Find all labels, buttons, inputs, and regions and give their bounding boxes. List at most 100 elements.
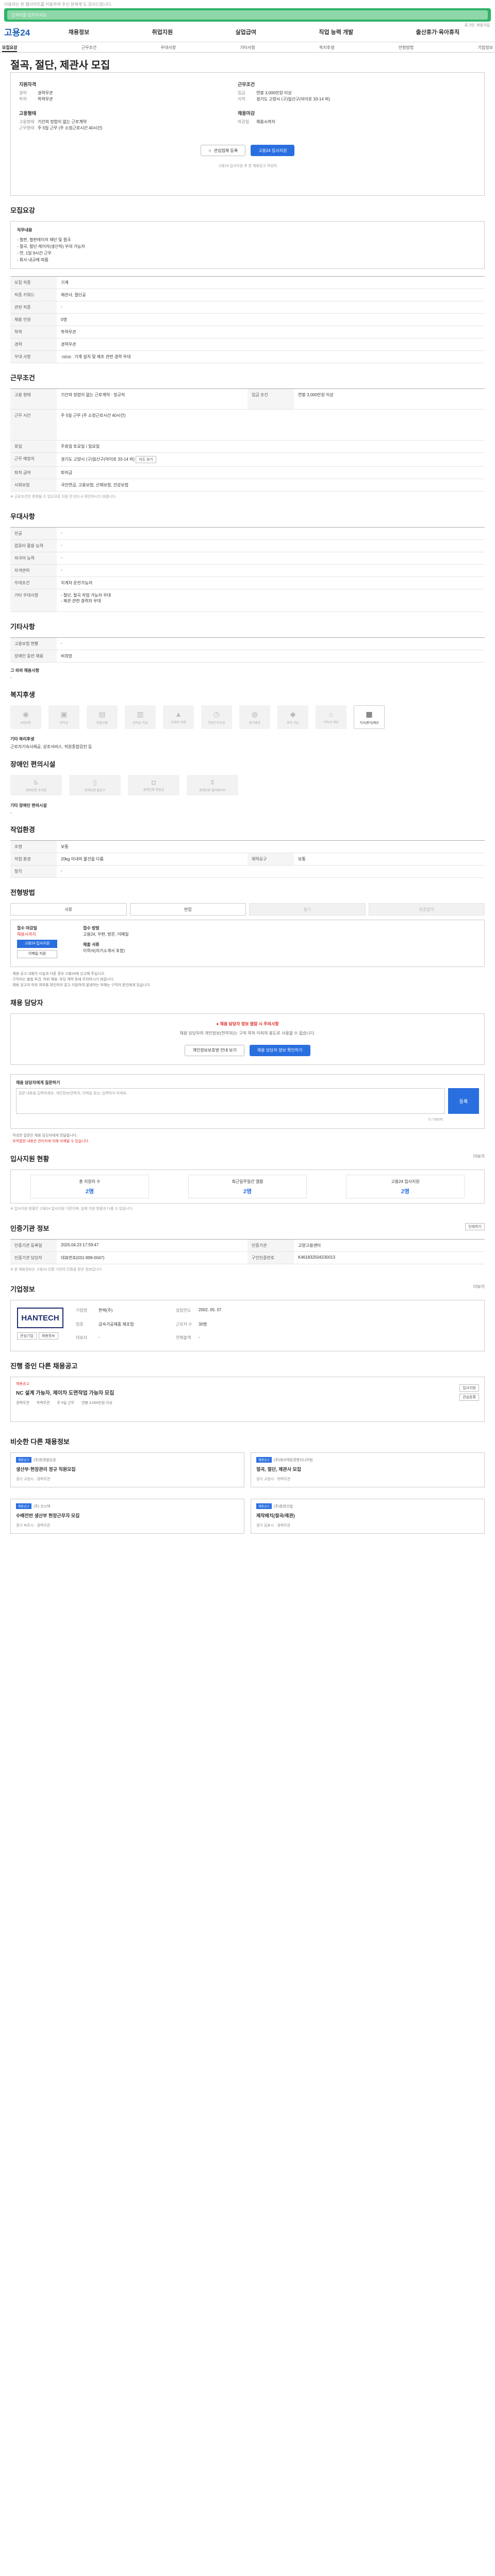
privacy-box: ● 채용 담당자 정보 열람 시 주의사항 채용 담당자의 개인정보(연락처)는…	[10, 1013, 485, 1065]
summary-key: 학력	[19, 97, 27, 101]
tab-preferences[interactable]: 우대사항	[161, 42, 176, 52]
apply-box: 접수 마감일 채용시까지 고용24 입사지원 이메일 지원 접수 방법 고용24…	[10, 920, 485, 967]
stats-more-link[interactable]: 더보기	[473, 1154, 485, 1170]
job-card-badge: 채용공고	[16, 1382, 29, 1386]
nav-item[interactable]: 취업지원	[152, 28, 173, 36]
job-scrap-button[interactable]: 관심등록	[459, 1394, 479, 1401]
meal-icon: ◍	[251, 709, 258, 718]
job-card[interactable]: 채용공고 NC 설계 가능자, 제이차 도면작업 가능자 모집 경력무관 학력무…	[10, 1377, 485, 1422]
info-value: -	[98, 1335, 100, 1340]
apply-button[interactable]: 고용24 입사지원	[251, 145, 295, 156]
site-logo[interactable]: 고용24	[4, 25, 37, 38]
card-label: 장애인용 출입구	[84, 789, 106, 792]
row-key: 우대 사항	[10, 351, 57, 363]
summary-value: 연봉 3,000만원 이상	[256, 91, 292, 95]
company-jobs-button[interactable]: 채용정보	[38, 1332, 58, 1340]
scrap-button[interactable]: ☆ 관심업체 등록	[200, 145, 246, 156]
company-logo: HANTECH	[17, 1308, 63, 1328]
table-row: 기타 우대사항 - 절단, 절곡 작업 가능자 우대 - 제관 관련 경력자 우대	[10, 589, 485, 612]
nav-item[interactable]: 직업 능력 개발	[319, 28, 353, 36]
row-key: 조명	[10, 841, 57, 853]
inquiry-send-button[interactable]: 등록	[448, 1088, 479, 1114]
similar-section: 비슷한 다른 채용정보 채용공고 (주)한경빌딩공 생산부·현장관리 정규 직원모…	[0, 1427, 495, 1539]
tab-process[interactable]: 전형방법	[399, 42, 414, 52]
row-value: K461832504230013	[298, 1255, 336, 1260]
summary-actions: ☆ 관심업체 등록 고용24 입사지원	[11, 145, 484, 156]
summary-value: 경기도 고양시 (구)일산구(덕이로 33-14 외)	[256, 97, 331, 101]
building-icon: ▦	[366, 709, 373, 718]
stat-card: 고용24 입사지원 2명	[346, 1175, 465, 1198]
tab-etc[interactable]: 기타사항	[240, 42, 255, 52]
facility-card: ▯ 장애인용 출입구	[69, 775, 121, 795]
similar-card[interactable]: 채용공고 (주) 코스텍 수배전반 생산부 현장근무자 모집 경기 파주시 · 경…	[10, 1499, 244, 1534]
row-value: 국민연금, 고용보험, 산재보험, 건강보험	[61, 483, 129, 487]
row-value: 제관사, 절단공	[61, 293, 86, 297]
tab-conditions[interactable]: 근무조건	[81, 42, 96, 52]
stats-header: 입사지원 현황 더보기	[10, 1154, 485, 1170]
job-meta-item: 경력무관	[16, 1401, 29, 1405]
facility-card: ◘ 장애인용 화장실	[128, 775, 179, 795]
similar-company: (주) 코스텍	[34, 1505, 51, 1509]
table-row: 퇴직 급여 퇴직금	[10, 467, 485, 479]
row-value: 학력무관	[61, 330, 76, 334]
facility-card: ⇕ 장애인용 엘리베이터	[187, 775, 238, 795]
summary-row: 경력 경력무관	[19, 90, 225, 96]
row-key: 채용 인원	[10, 314, 57, 326]
contact-reveal-button[interactable]: 채용 담당자 정보 확인하기	[249, 1045, 310, 1056]
verify-table: 인증기관 등록일 2025.04.23 17:59:47 인증기관 고양고용센터 인증…	[10, 1239, 485, 1264]
job-apply-button[interactable]: 입사지원	[459, 1384, 479, 1392]
table-row: 휴일 주휴일 토요일 / 일요일	[10, 440, 485, 453]
tab-recruit[interactable]: 모집요강	[2, 42, 18, 52]
summary-key: 고용형태	[19, 120, 35, 124]
row-key: 자격면허	[10, 565, 57, 577]
welfare-card: ◷ 연장근로수당	[201, 705, 232, 729]
login-link[interactable]: 로그인	[465, 23, 474, 28]
verify-section: 인증기관 정보 인쇄하기 인증기관 등록일 2025.04.23 17:59:47…	[0, 1214, 495, 1275]
print-button[interactable]: 인쇄하기	[465, 1223, 485, 1230]
nav-item[interactable]: 출산휴가·육아휴직	[416, 28, 460, 36]
apply-ways-label: 접수 방법	[83, 926, 100, 930]
summary-value: 학력무관	[38, 97, 53, 101]
welfare-card: ◉ 4대보험	[10, 705, 41, 729]
nav-item[interactable]: 채용정보	[69, 28, 89, 36]
inquiry-textarea[interactable]: 질문 내용을 입력하세요. 개인정보(연락처, 이메일 등)는 입력하지 마세요…	[16, 1088, 445, 1114]
doc-label: 제출 서류	[83, 942, 100, 947]
info-key: 연매출액	[176, 1335, 191, 1341]
row-key: 학력	[10, 326, 57, 338]
table-row: 근무 예정지 경기도 고양시 (구)일산구(덕이로 33-14 외) 지도 보기	[10, 453, 485, 467]
tab-welfare[interactable]: 복지후생	[319, 42, 334, 52]
row-value: 기간의 정함이 없는 근로계약 · 정규직	[61, 393, 125, 397]
table-row: 근무 시간 주 5일 근무 (주 소정근로시간 40시간)	[10, 410, 485, 440]
signup-link[interactable]: 회원가입	[476, 23, 490, 28]
row-value: 주 5일 근무 (주 소정근로시간 40시간)	[61, 413, 126, 418]
similar-card[interactable]: 채용공고 (주)한경빌딩공 생산부·현장관리 정규 직원모집 경기 고양시 · 경…	[10, 1452, 244, 1487]
section-title: 근무조건	[10, 374, 35, 382]
map-button[interactable]: 지도 보기	[136, 456, 156, 463]
similar-company: (주)동양산업	[274, 1505, 293, 1509]
box-line: - 철판, 철판레이저 재단 및 절곡	[17, 238, 71, 242]
row-value: 주휴일 토요일 / 일요일	[61, 444, 100, 449]
info-key: 대표자	[76, 1335, 88, 1341]
company-logo-area: HANTECH 관심기업 채용정보	[17, 1308, 63, 1344]
row-key: 근무 시간	[10, 410, 57, 440]
company-like-button[interactable]: 관심기업	[17, 1332, 37, 1340]
search-input[interactable]: 검색어를 입력하세요	[7, 10, 488, 20]
summary-row: 근무형태 주 5일 근무 (주 소정근로시간 40시간)	[19, 125, 225, 131]
job-meta-item: 주 5일 근무	[57, 1401, 75, 1405]
company-more-link[interactable]: 더보기	[473, 1284, 485, 1300]
table-row: 장애인 동반 채용 비희망	[10, 650, 485, 663]
row-key: 관련 직종	[10, 301, 57, 313]
privacy-law-button[interactable]: 개인정보보호법 안내 보기	[185, 1045, 244, 1056]
similar-meta: 경기 고양시 · 학력무관	[256, 1478, 291, 1481]
etc-extra-value: -	[10, 675, 12, 680]
similar-card[interactable]: 채용공고 (주)에코텍환경엔지니어링 절곡, 절단, 제관사 모집 경기 고양시 …	[251, 1452, 485, 1487]
process-section: 전형방법 서류 면접 필기 최종합격 접수 마감일 채용시까지 고용24 입사지…	[0, 878, 495, 988]
main-nav: 채용정보 취업지원 실업급여 직업 능력 개발 출산휴가·육아휴직	[37, 28, 491, 36]
nav-item[interactable]: 실업급여	[235, 28, 256, 36]
similar-card[interactable]: 채용공고 (주)동양산업 제작배치(절곡/제관) 경기 김포시 · 경력무관	[251, 1499, 485, 1534]
welfare-card: ▲ 교육비 지원	[163, 705, 194, 729]
email-apply-button[interactable]: 이메일 지원	[17, 950, 57, 958]
apply-button-2[interactable]: 고용24 입사지원	[17, 940, 57, 948]
tab-company[interactable]: 기업정보	[478, 42, 493, 52]
row-key: 외국어 능력	[10, 552, 57, 564]
